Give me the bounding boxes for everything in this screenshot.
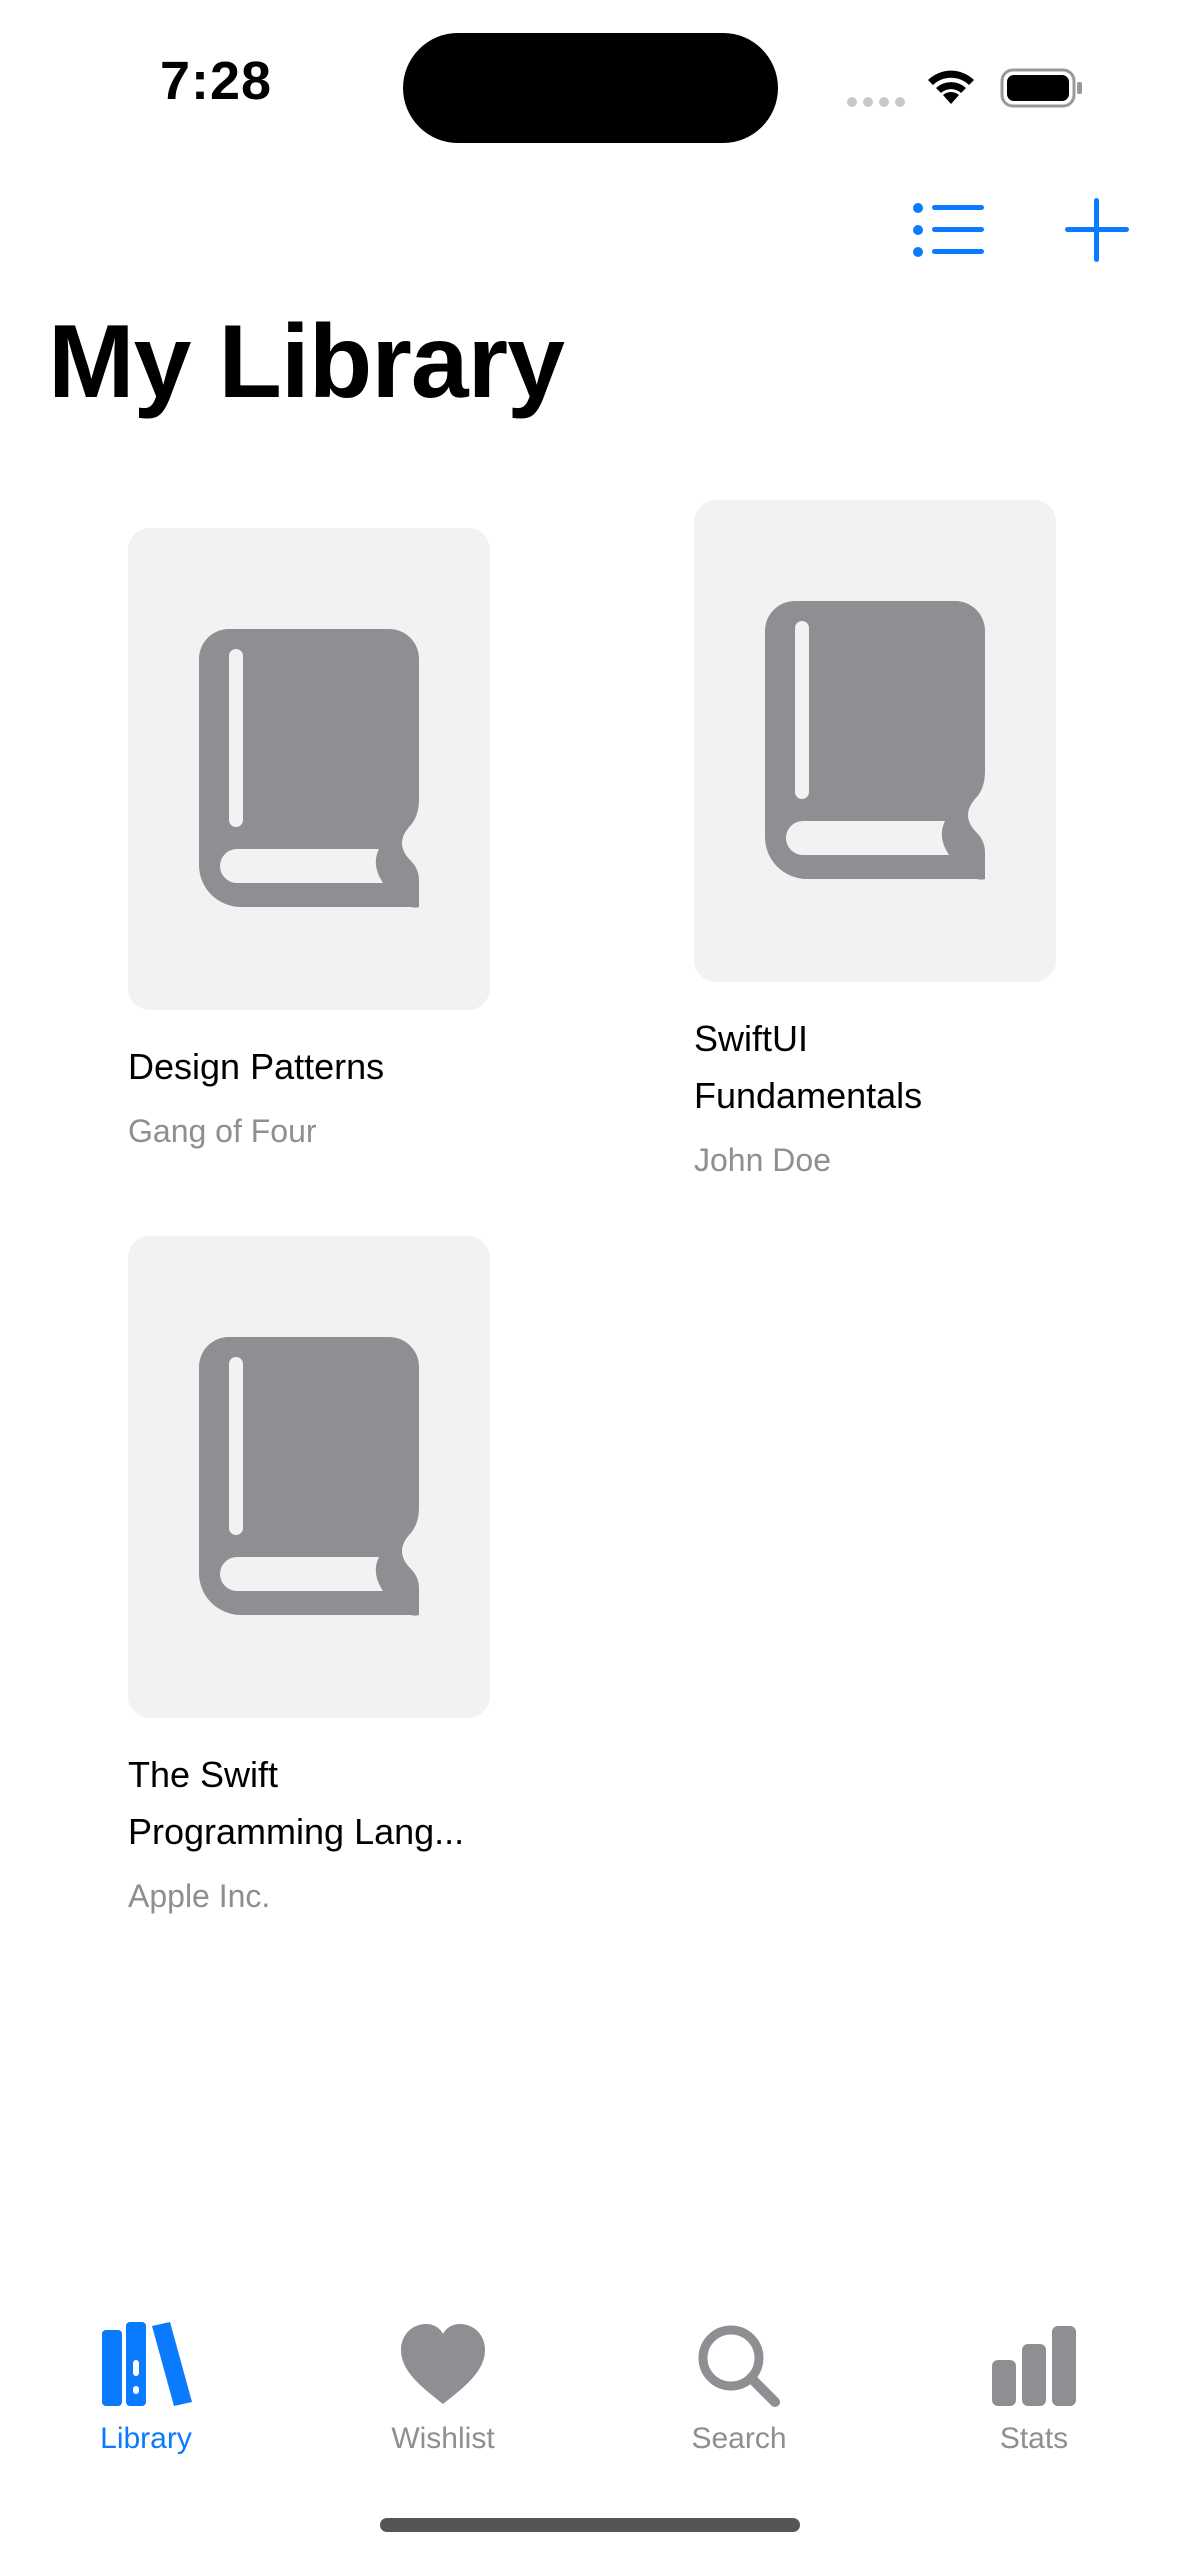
heart-icon	[401, 2324, 485, 2404]
book-title: The Swift Programming Lang...	[128, 1754, 465, 1852]
book-title: SwiftUI Fundamentals	[694, 1018, 923, 1116]
book-icon	[765, 601, 985, 880]
book-cover[interactable]	[128, 1236, 490, 1718]
home-indicator[interactable]	[380, 2518, 800, 2532]
book-card[interactable]: Design Patterns Gang of Four	[128, 528, 490, 1150]
page-title: My Library	[48, 304, 565, 420]
tab-label: Stats	[999, 2422, 1069, 2455]
tab-library[interactable]: Library	[36, 2320, 256, 2456]
book-author: Apple Inc.	[128, 1878, 271, 1914]
magnifying-glass-icon	[698, 2325, 780, 2407]
book-card[interactable]: The Swift Programming Lang... Apple Inc.	[128, 1236, 490, 1915]
status-time: 7:28	[160, 51, 273, 111]
book-cover[interactable]	[128, 528, 490, 1010]
book-cover[interactable]	[694, 500, 1056, 982]
book-icon	[199, 1337, 419, 1616]
plus-icon[interactable]	[1057, 190, 1137, 270]
tab-stats[interactable]: Stats	[924, 2320, 1144, 2456]
book-author: John Doe	[694, 1142, 831, 1178]
book-author: Gang of Four	[128, 1113, 317, 1149]
book-card[interactable]: SwiftUI Fundamentals John Doe	[694, 500, 1056, 1179]
books-icon	[102, 2322, 192, 2406]
list-bullet-icon[interactable]	[908, 190, 988, 270]
cellular-signal-icon	[847, 97, 905, 107]
tab-label: Wishlist	[391, 2422, 495, 2455]
wifi-icon	[928, 70, 974, 104]
tab-label: Search	[691, 2422, 787, 2455]
bar-chart-icon	[992, 2326, 1076, 2406]
tab-label: Library	[100, 2422, 192, 2455]
tab-wishlist[interactable]: Wishlist	[333, 2320, 553, 2456]
battery-icon	[1000, 68, 1082, 108]
dynamic-island	[403, 33, 778, 143]
book-title: Design Patterns	[128, 1046, 385, 1087]
tab-search[interactable]: Search	[629, 2320, 849, 2456]
book-icon	[199, 629, 419, 908]
